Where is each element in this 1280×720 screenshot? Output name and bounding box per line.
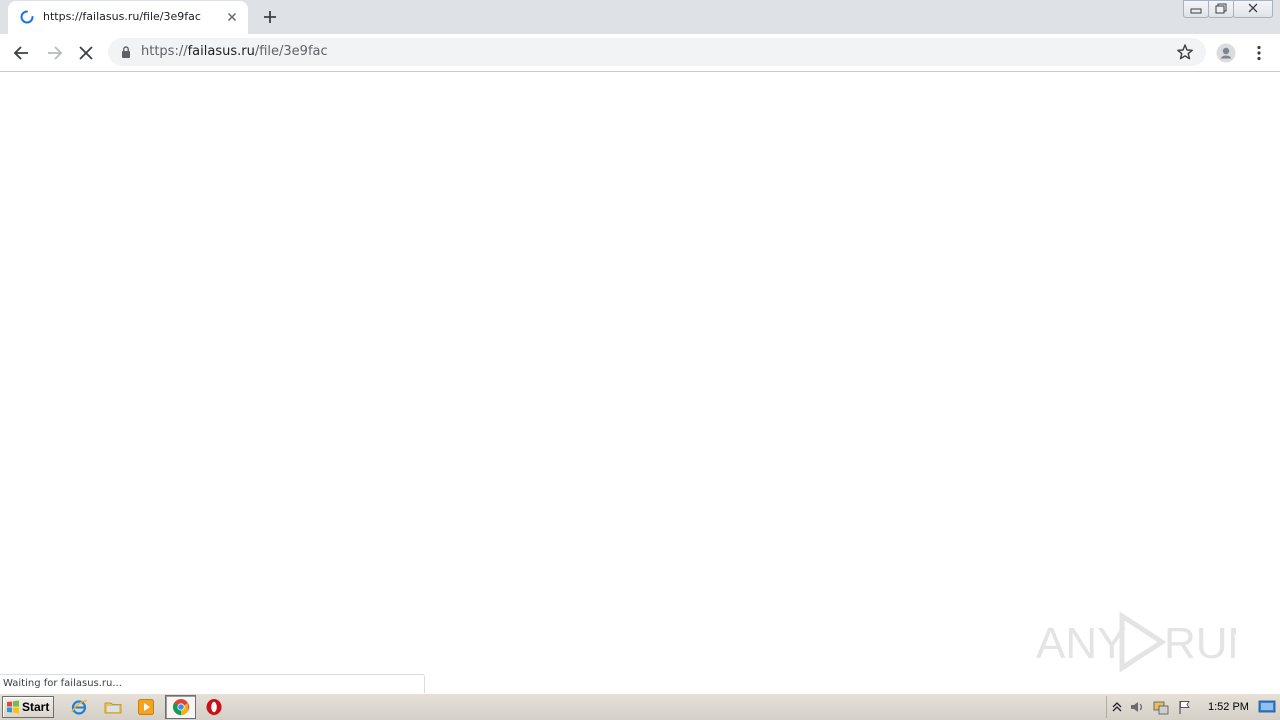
url-path: /file/3e9fac [254, 44, 328, 59]
window-minimize-button[interactable] [1183, 0, 1209, 18]
forward-arrow-icon[interactable] [44, 43, 64, 63]
chrome-taskbar-button[interactable] [165, 695, 196, 719]
taskbar-clock[interactable]: 1:52 PM [1208, 701, 1249, 713]
back-arrow-icon[interactable] [12, 43, 32, 63]
network-icon[interactable] [1153, 699, 1169, 715]
watermark-text-left: ANY [1036, 619, 1126, 668]
tab-close-icon[interactable] [225, 10, 239, 24]
restore-icon [1215, 3, 1227, 14]
url-scheme: https:// [141, 44, 188, 59]
tab-title: https://failasus.ru/file/3e9fac [43, 10, 201, 23]
page-content: ANY RUN Waiting for failasus.ru... [0, 72, 1280, 693]
browser-tab[interactable]: https://failasus.ru/file/3e9fac [8, 1, 248, 34]
ie-icon[interactable] [70, 698, 88, 716]
action-center-flag-icon[interactable] [1177, 699, 1193, 715]
close-icon [1248, 3, 1258, 13]
show-desktop-icon[interactable] [1258, 699, 1276, 715]
browser-toolbar: https://failasus.ru/file/3e9fac [0, 34, 1280, 72]
url-text: https://failasus.ru/file/3e9fac [141, 44, 328, 59]
watermark-text-right: RUN [1164, 619, 1236, 668]
anyrun-watermark-logo: ANY RUN [1036, 611, 1236, 673]
tab-strip: https://failasus.ru/file/3e9fac [0, 0, 1280, 34]
system-tray [1106, 696, 1280, 718]
volume-icon[interactable] [1129, 699, 1145, 715]
explorer-icon[interactable] [104, 698, 122, 716]
lock-icon[interactable] [120, 45, 132, 59]
start-button[interactable]: Start [2, 696, 54, 718]
bookmark-star-icon[interactable] [1176, 43, 1194, 61]
loading-spinner-icon [20, 10, 34, 24]
status-bubble: Waiting for failasus.ru... [0, 674, 425, 693]
minimize-icon [1190, 8, 1202, 14]
window-restore-button[interactable] [1208, 0, 1234, 18]
start-label: Start [22, 700, 50, 714]
windows-taskbar: Start 1:52 PM [0, 693, 1280, 720]
opera-icon[interactable] [205, 698, 223, 716]
window-close-button[interactable] [1233, 0, 1273, 18]
chrome-icon [173, 699, 189, 715]
address-bar[interactable]: https://failasus.ru/file/3e9fac [108, 38, 1206, 66]
profile-avatar-icon[interactable] [1216, 43, 1236, 63]
media-player-icon[interactable] [137, 698, 155, 716]
new-tab-icon[interactable] [261, 8, 279, 26]
windows-flag-icon [7, 700, 19, 714]
stop-loading-icon[interactable] [76, 43, 96, 63]
url-host: failasus.ru [187, 44, 255, 59]
menu-kebab-icon[interactable] [1249, 43, 1269, 63]
show-hidden-icon[interactable] [1109, 699, 1125, 715]
